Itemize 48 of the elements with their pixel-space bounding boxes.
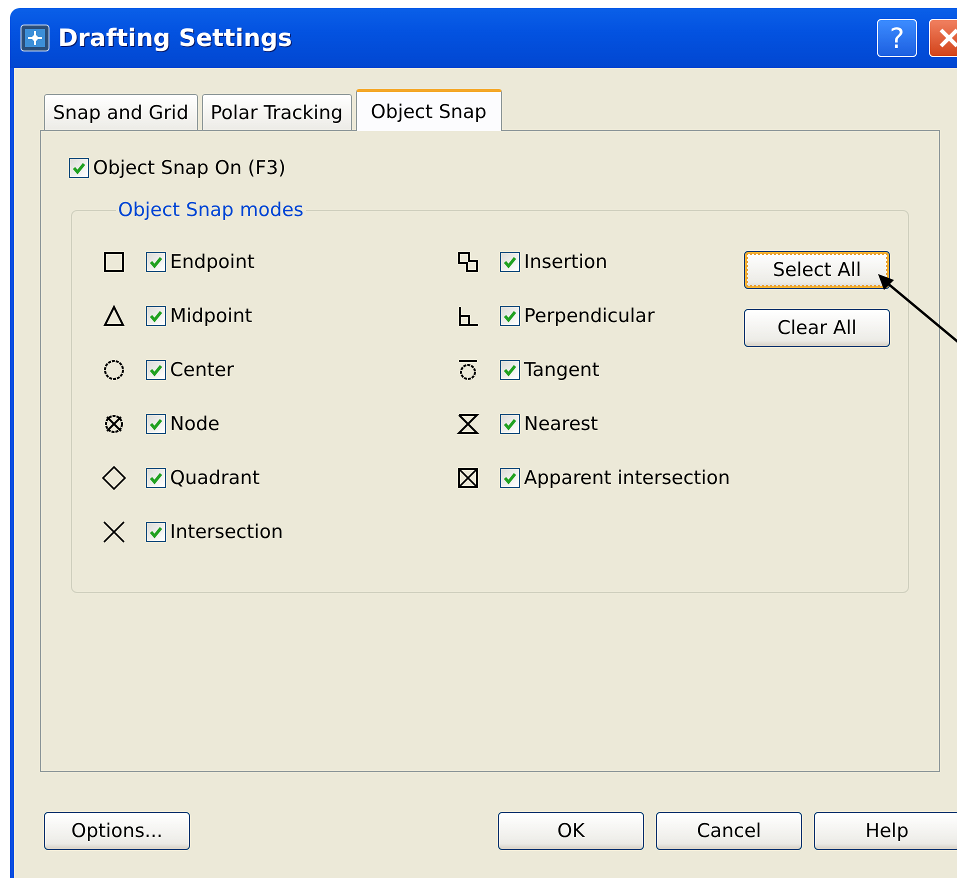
checkbox[interactable]	[146, 252, 166, 272]
checkbox-label[interactable]: Tangent	[524, 358, 600, 380]
tab[interactable]: Object Snap	[356, 89, 502, 131]
checkbox-label[interactable]: Quadrant	[170, 466, 260, 488]
group-title: Object Snap modes	[117, 199, 305, 221]
clear-all-button[interactable]: Clear All	[744, 309, 890, 347]
tab[interactable]: Polar Tracking	[202, 94, 352, 130]
tangent-snap-icon	[456, 358, 480, 382]
circle-snap-icon	[102, 358, 126, 382]
checkbox[interactable]	[146, 306, 166, 326]
dialog-button[interactable]: Help	[814, 812, 957, 850]
checkbox[interactable]	[500, 414, 520, 434]
help-button[interactable]: ?	[877, 19, 917, 57]
diamond-snap-icon	[102, 466, 126, 490]
checkbox[interactable]	[500, 306, 520, 326]
checkbox-label[interactable]: Node	[170, 412, 220, 434]
close-icon	[937, 26, 957, 50]
checkbox[interactable]	[500, 360, 520, 380]
checkbox-label[interactable]: Apparent intersection	[524, 466, 730, 488]
checkbox[interactable]	[500, 468, 520, 488]
checkbox-label[interactable]: Object Snap On (F3)	[93, 157, 286, 179]
checkbox-label[interactable]: Endpoint	[170, 250, 255, 272]
checkbox[interactable]	[146, 414, 166, 434]
close-button[interactable]	[929, 19, 957, 57]
checkbox-label[interactable]: Intersection	[170, 520, 284, 542]
checkbox[interactable]	[500, 252, 520, 272]
app-icon	[20, 23, 50, 53]
apparent-snap-icon	[456, 466, 480, 490]
select-all-button[interactable]: Select All	[744, 251, 890, 289]
square-snap-icon	[102, 250, 126, 274]
checkbox[interactable]	[69, 158, 89, 178]
checkbox-label[interactable]: Nearest	[524, 412, 598, 434]
triangle-snap-icon	[102, 304, 126, 328]
checkbox-label[interactable]: Insertion	[524, 250, 608, 272]
options-button[interactable]: Options...	[44, 812, 190, 850]
checkbox[interactable]	[146, 360, 166, 380]
nearest-snap-icon	[456, 412, 480, 436]
checkbox-label[interactable]: Perpendicular	[524, 304, 655, 326]
insertion-snap-icon	[456, 250, 480, 274]
cross-snap-icon	[102, 520, 126, 544]
checkbox-label[interactable]: Midpoint	[170, 304, 252, 326]
dialog-button[interactable]: OK	[498, 812, 644, 850]
tab[interactable]: Snap and Grid	[44, 94, 198, 130]
checkbox[interactable]	[146, 468, 166, 488]
window-title: Drafting Settings	[58, 24, 293, 52]
checkbox-label[interactable]: Center	[170, 358, 234, 380]
dialog-button[interactable]: Cancel	[656, 812, 802, 850]
checkbox[interactable]	[146, 522, 166, 542]
